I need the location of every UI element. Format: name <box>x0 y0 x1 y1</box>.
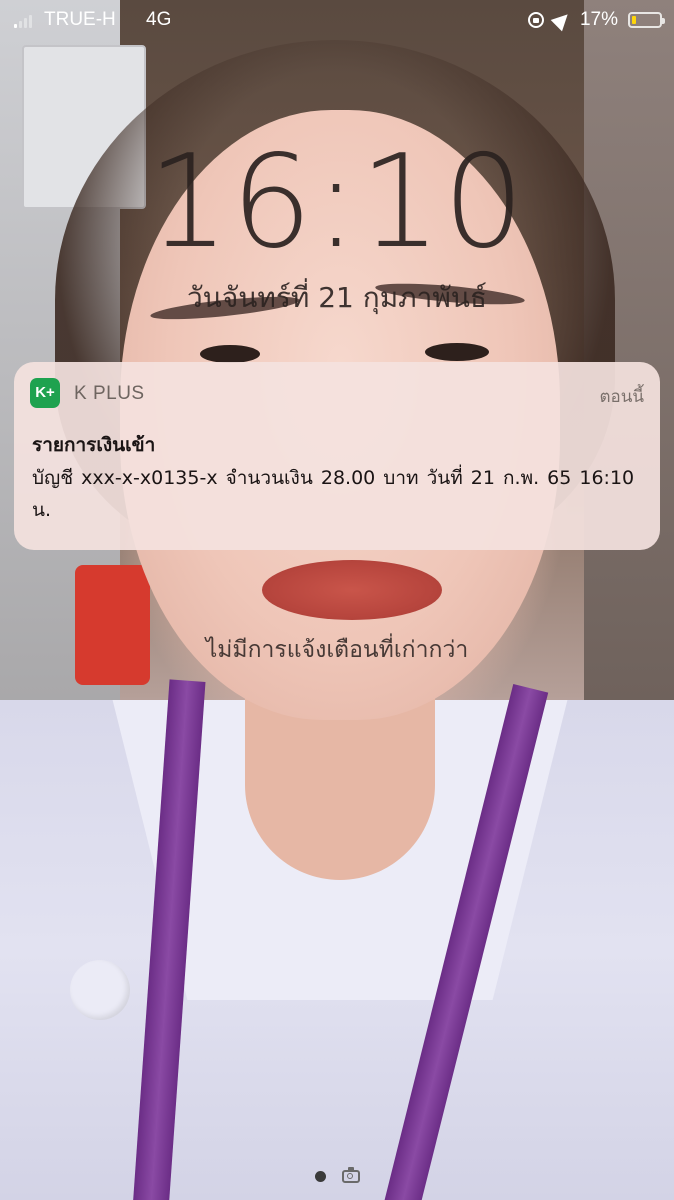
wallpaper-uniform-button <box>70 960 130 1020</box>
battery-icon <box>628 12 665 28</box>
kplus-notification[interactable]: K+ K PLUS ตอนนี้ รายการเงินเข้า บัญชี xx… <box>14 362 660 550</box>
network-type: 4G <box>146 9 172 30</box>
no-older-notifications-label: ไม่มีการแจ้งเตือนที่เก่ากว่า <box>205 637 469 663</box>
notification-app-name: K PLUS <box>74 383 145 404</box>
battery-level-fill <box>632 16 636 24</box>
signal-icon <box>14 14 32 28</box>
wallpaper-lips <box>262 560 442 620</box>
notification-body: บัญชี xxx-x-x0135-x จำนวนเงิน 28.00 บาท … <box>32 467 635 521</box>
lock-screen-time: 16:10 <box>147 128 527 277</box>
wallpaper-eye-left <box>200 345 260 363</box>
status-bar: TRUE-H 4G 17% <box>0 0 674 40</box>
notification-time: ตอนนี้ <box>599 387 645 407</box>
location-icon <box>550 8 574 32</box>
page-indicator <box>0 1167 674 1183</box>
kplus-app-icon: K+ <box>30 378 60 408</box>
camera-icon[interactable] <box>341 1167 360 1183</box>
lock-screen-date: วันจันทร์ที่ 21 กุมภาพันธ์ <box>186 281 488 314</box>
battery-percent: 17% <box>579 9 618 30</box>
notification-header: K+ K PLUS ตอนนี้ <box>30 378 644 408</box>
status-right-group: 17% <box>527 8 665 32</box>
carrier-name: TRUE-H <box>44 9 116 30</box>
page-dot-icon[interactable] <box>314 1171 326 1182</box>
notification-title: รายการเงินเข้า <box>32 434 156 456</box>
wallpaper-eye-right <box>425 343 489 361</box>
rotation-lock-icon <box>527 12 544 28</box>
lock-screen: TRUE-H 4G 17% 16:10 วันจันทร์ที่ 21 กุมภ… <box>0 0 674 1200</box>
